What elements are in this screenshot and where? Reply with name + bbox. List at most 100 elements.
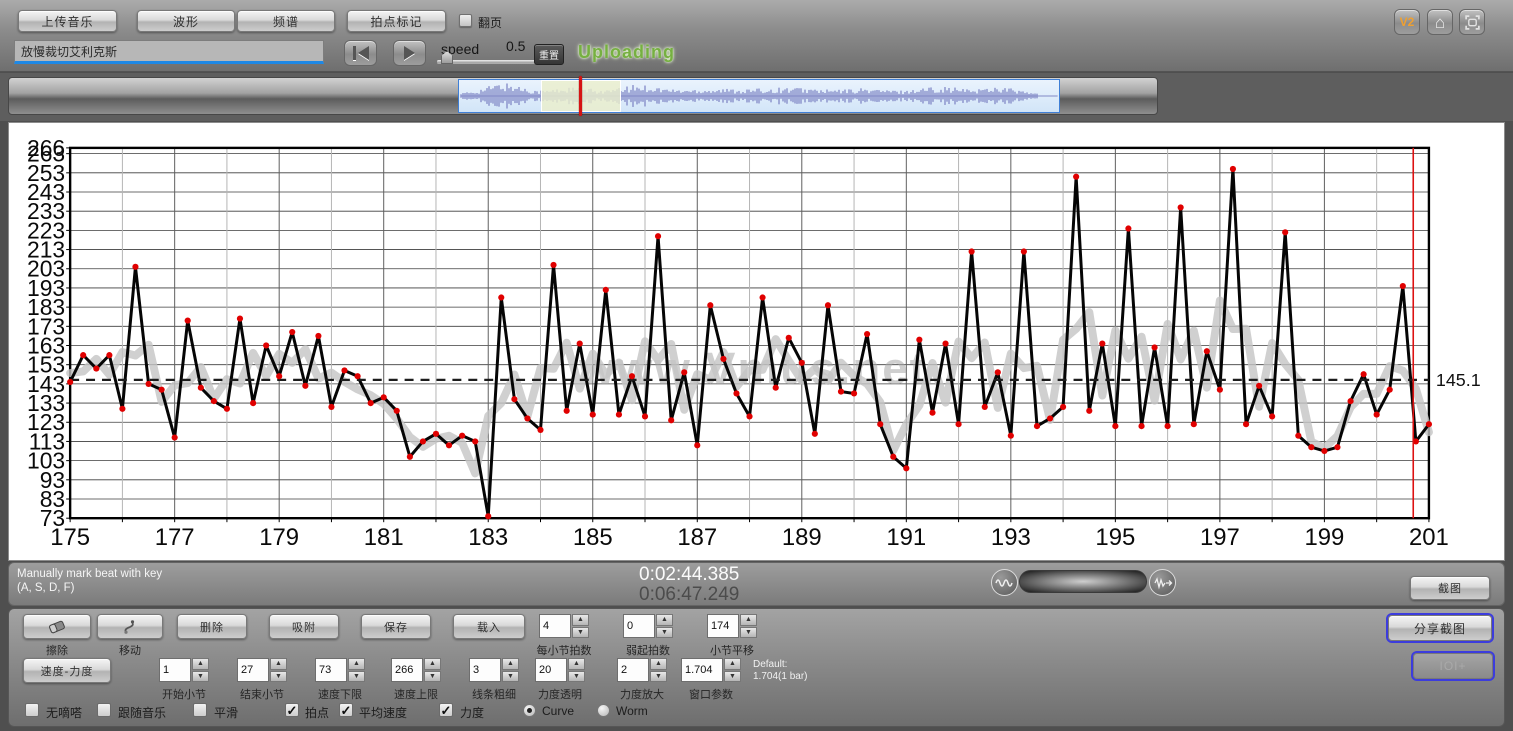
spectrum-button[interactable]: 频谱 <box>237 10 335 32</box>
page-flip-checkbox[interactable] <box>459 14 472 27</box>
waveform-overview[interactable] <box>458 76 1060 116</box>
tempo-chart[interactable]: 2662632532432332232132031931831731631531… <box>9 123 1504 560</box>
svg-text:175: 175 <box>50 524 90 551</box>
start-bar-value[interactable] <box>159 658 191 682</box>
smooth-checkbox[interactable] <box>193 703 207 717</box>
move-icon <box>124 619 135 634</box>
stepper-down-icon[interactable]: ▼ <box>502 670 519 682</box>
follow-music-label: 跟随音乐 <box>118 706 167 720</box>
overview-playhead[interactable] <box>579 76 582 116</box>
dynamics-scale-stepper: ▲▼ 力度放大 <box>617 658 667 701</box>
stepper-down-icon[interactable]: ▼ <box>192 670 209 682</box>
upload-music-button[interactable]: 上传音乐 <box>18 10 117 32</box>
no-click-checkbox[interactable] <box>25 703 39 717</box>
stepper-down-icon[interactable]: ▼ <box>572 626 589 638</box>
stepper-down-icon[interactable]: ▼ <box>724 670 741 682</box>
start-bar-label: 开始小节 <box>162 689 206 701</box>
worm-radio[interactable] <box>597 704 610 717</box>
version-label: V2 <box>1399 15 1415 29</box>
stepper-down-icon[interactable]: ▼ <box>650 670 667 682</box>
no-click-label: 无嘀嗒 <box>46 706 83 720</box>
stepper-down-icon[interactable]: ▼ <box>270 670 287 682</box>
stepper-up-icon[interactable]: ▲ <box>502 658 519 670</box>
stepper-down-icon[interactable]: ▼ <box>656 626 673 638</box>
snap-button[interactable]: 吸附 <box>269 614 339 639</box>
average-tempo-label: 145.1 <box>1436 370 1481 390</box>
stepper-up-icon[interactable]: ▲ <box>424 658 441 670</box>
stepper-down-icon[interactable]: ▼ <box>348 670 365 682</box>
svg-text:183: 183 <box>468 524 508 551</box>
stepper-up-icon[interactable]: ▲ <box>724 658 741 670</box>
window-param-value[interactable] <box>681 658 723 682</box>
avg-tempo-checkbox[interactable] <box>339 703 353 717</box>
bar-offset-label: 小节平移 <box>710 645 754 657</box>
curve-radio[interactable] <box>523 704 536 717</box>
home-button[interactable]: ⌂ <box>1427 9 1453 35</box>
skip-triangle-icon <box>357 46 369 60</box>
beats-per-bar-value[interactable] <box>539 614 571 638</box>
volume-max-button[interactable] <box>1149 569 1176 596</box>
curve-label: Curve <box>542 704 575 718</box>
stepper-up-icon[interactable]: ▲ <box>740 614 757 626</box>
reset-button[interactable]: 重置 <box>534 44 564 65</box>
dynamics-scale-value[interactable] <box>617 658 649 682</box>
svg-text:185: 185 <box>573 524 613 551</box>
stepper-up-icon[interactable]: ▲ <box>572 614 589 626</box>
tempo-min-value[interactable] <box>315 658 347 682</box>
play-button[interactable] <box>393 40 426 66</box>
stepper-up-icon[interactable]: ▲ <box>650 658 667 670</box>
page-flip-label: 翻页 <box>478 16 503 30</box>
stepper-up-icon[interactable]: ▲ <box>270 658 287 670</box>
tempo-min-stepper: ▲▼ 速度下限 <box>315 658 365 701</box>
svg-text:177: 177 <box>155 524 195 551</box>
bar-offset-value[interactable] <box>707 614 739 638</box>
follow-music-checkbox[interactable] <box>97 703 111 717</box>
dynamics-opacity-value[interactable] <box>535 658 567 682</box>
volume-slider[interactable] <box>1019 570 1147 593</box>
svg-text:199: 199 <box>1304 524 1344 551</box>
tempo-dynamics-mode-button[interactable]: 速度-力度 <box>23 658 111 683</box>
skip-to-start-button[interactable] <box>344 40 377 66</box>
volume-min-button[interactable] <box>991 569 1018 596</box>
beat-points-checkbox[interactable] <box>285 703 299 717</box>
line-width-value[interactable] <box>469 658 501 682</box>
pickup-beats-value[interactable] <box>623 614 655 638</box>
move-button[interactable] <box>97 614 163 639</box>
tempo-chart-panel[interactable]: 266 263 253 243 233 223 213 203 193 183 173 163 153 1… <box>8 122 1505 561</box>
version-button[interactable]: V2 <box>1394 9 1420 35</box>
fullscreen-button[interactable] <box>1459 9 1485 35</box>
save-button[interactable]: 保存 <box>361 614 431 639</box>
load-button[interactable]: 载入 <box>453 614 525 639</box>
uploading-status: Uploading <box>578 42 675 62</box>
erase-button[interactable] <box>23 614 91 639</box>
delete-button[interactable]: 删除 <box>177 614 247 639</box>
stepper-down-icon[interactable]: ▼ <box>740 626 757 638</box>
share-screenshot-button[interactable]: 分享截图 <box>1388 615 1492 641</box>
waveform-button[interactable]: 波形 <box>137 10 235 32</box>
end-bar-value[interactable] <box>237 658 269 682</box>
worm-label: Worm <box>616 704 648 718</box>
dynamics-checkbox[interactable] <box>439 703 453 717</box>
default-note-line1: Default: <box>753 659 788 670</box>
end-bar-label: 结束小节 <box>240 689 284 701</box>
beat-mark-button[interactable]: 拍点标记 <box>347 10 446 32</box>
dynamics-opacity-stepper: ▲▼ 力度透明 <box>535 658 585 701</box>
stepper-up-icon[interactable]: ▲ <box>568 658 585 670</box>
svg-text:201: 201 <box>1409 524 1449 551</box>
beat-analysis-app: 上传音乐 波形 频谱 拍点标记 翻页 speed 0.5 重置 Uploadin… <box>0 0 1513 731</box>
tempo-max-value[interactable] <box>391 658 423 682</box>
svg-text:191: 191 <box>886 524 926 551</box>
default-note: Default: 1.704(1 bar) <box>753 659 807 683</box>
stepper-up-icon[interactable]: ▲ <box>348 658 365 670</box>
stepper-up-icon[interactable]: ▲ <box>656 614 673 626</box>
stepper-down-icon[interactable]: ▼ <box>568 670 585 682</box>
track-name-input[interactable] <box>14 40 324 64</box>
screenshot-button[interactable]: 截图 <box>1410 576 1490 600</box>
skip-bar-icon <box>352 46 356 60</box>
eraser-icon <box>49 620 65 633</box>
ioi-button[interactable]: IOI+ <box>1413 653 1493 679</box>
erase-label: 擦除 <box>46 645 68 657</box>
stepper-up-icon[interactable]: ▲ <box>192 658 209 670</box>
beats-per-bar-stepper: ▲▼ 每小节拍数 <box>537 614 592 657</box>
stepper-down-icon[interactable]: ▼ <box>424 670 441 682</box>
